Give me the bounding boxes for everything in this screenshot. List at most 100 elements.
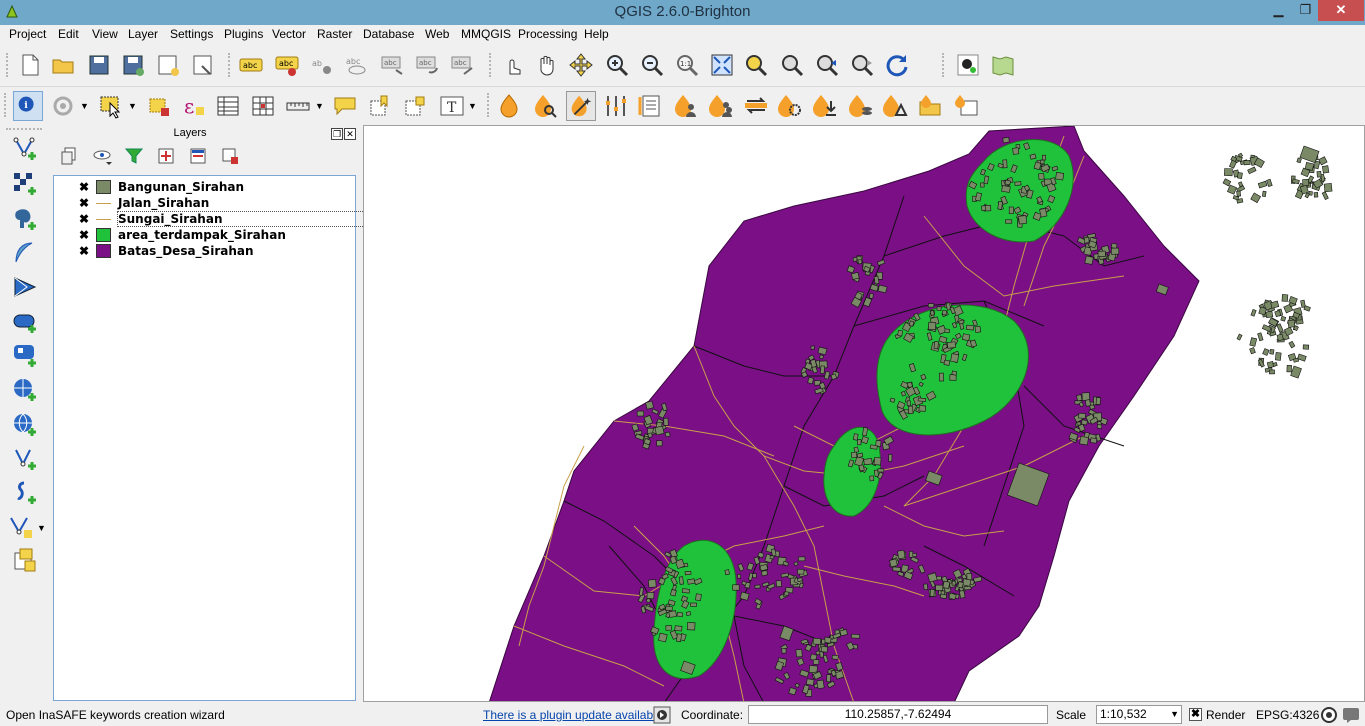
new-bookmark-icon[interactable] (367, 93, 393, 119)
change-label-icon[interactable]: abc (450, 52, 476, 78)
touch-zoom-icon[interactable] (500, 52, 526, 78)
menu-edit[interactable]: Edit (58, 27, 79, 41)
add-spatialite-layer-icon[interactable] (12, 240, 38, 266)
inasafe-wizard-icon[interactable] (566, 91, 596, 121)
toolbar-grip[interactable] (228, 53, 232, 77)
toolbar-grip[interactable] (487, 93, 491, 117)
zoom-to-layer-icon[interactable] (779, 52, 805, 78)
inasafe-keywords-icon[interactable] (532, 93, 558, 119)
inasafe-options-icon[interactable] (777, 93, 803, 119)
rotate-label-icon[interactable]: abc (415, 52, 441, 78)
menu-vector[interactable]: Vector (272, 27, 306, 41)
layer-visibility-checkbox[interactable]: ✖ (78, 229, 90, 241)
menu-layer[interactable]: Layer (128, 27, 158, 41)
visibility-eye-icon[interactable] (92, 146, 114, 166)
layer-name[interactable]: Batas_Desa_Sirahan (118, 244, 254, 258)
add-postgis-layer-icon[interactable] (12, 206, 38, 232)
crs-label[interactable]: EPSG:4326 (1256, 708, 1319, 722)
add-virtual-layer-icon[interactable] (8, 514, 34, 540)
chevron-down-icon[interactable]: ▼ (315, 101, 324, 111)
layer-visibility-checkbox[interactable]: ✖ (78, 213, 90, 225)
inasafe-population-icon[interactable] (672, 93, 698, 119)
layer-row[interactable]: ✖ Batas_Desa_Sirahan (54, 243, 355, 259)
pin-labels-icon[interactable]: ab (309, 52, 335, 78)
identify-icon[interactable]: i (13, 91, 43, 121)
zoom-out-icon[interactable] (639, 52, 665, 78)
layer-name[interactable]: Bangunan_Sirahan (118, 180, 244, 194)
layer-row[interactable]: ✖ Sungai_Sirahan (54, 211, 374, 227)
menu-view[interactable]: View (92, 27, 118, 41)
inasafe-converter-icon[interactable] (848, 93, 874, 119)
text-annotation-icon[interactable]: T (439, 93, 465, 119)
georeferencer-icon[interactable] (955, 52, 981, 78)
add-raster-layer-icon[interactable] (12, 171, 38, 197)
menu-mmqgis[interactable]: MMQGIS (461, 27, 511, 41)
toolbar-grip[interactable] (6, 53, 10, 77)
zoom-full-icon[interactable] (709, 52, 735, 78)
menu-project[interactable]: Project (9, 27, 46, 41)
chevron-down-icon[interactable]: ▼ (37, 523, 46, 533)
plugin-update-link[interactable]: There is a plugin update available (483, 708, 662, 722)
inasafe-extent-icon[interactable] (953, 93, 979, 119)
menu-settings[interactable]: Settings (170, 27, 213, 41)
show-bookmarks-icon[interactable] (402, 93, 428, 119)
layer-row[interactable]: ✖ Bangunan_Sirahan (54, 179, 355, 195)
save-as-icon[interactable] (120, 52, 146, 78)
add-layer-group-icon[interactable] (12, 547, 38, 573)
show-hide-labels-icon[interactable]: abc (343, 52, 369, 78)
new-shapefile-icon[interactable] (12, 480, 38, 506)
add-group-icon[interactable] (60, 146, 80, 166)
zoom-to-selection-icon[interactable] (743, 52, 769, 78)
menu-plugins[interactable]: Plugins (224, 27, 263, 41)
toolbar-grip[interactable] (489, 53, 493, 77)
chevron-down-icon[interactable]: ▼ (468, 101, 477, 111)
zoom-next-icon[interactable] (849, 52, 875, 78)
measure-icon[interactable] (285, 93, 311, 119)
chevron-down-icon[interactable]: ▼ (1170, 706, 1179, 723)
filter-icon[interactable] (124, 146, 144, 166)
pan-to-selection-icon[interactable] (568, 52, 594, 78)
label-abc-icon[interactable]: abc (238, 52, 264, 78)
add-mssql-layer-icon[interactable] (12, 274, 38, 300)
inasafe-minimum-needs-icon[interactable] (638, 93, 664, 119)
coordinate-field[interactable]: 110.25857,-7.62494 (748, 705, 1048, 724)
crs-status-icon[interactable] (1320, 706, 1338, 724)
save-project-icon[interactable] (86, 52, 112, 78)
menu-database[interactable]: Database (363, 27, 414, 41)
coordinate-toggle-icon[interactable] (653, 706, 671, 724)
inasafe-save-scenario-icon[interactable] (743, 93, 769, 119)
statistics-icon[interactable] (250, 93, 276, 119)
messages-icon[interactable] (1342, 706, 1360, 724)
layer-row[interactable]: ✖ Jalan_Sirahan (54, 195, 355, 211)
inasafe-impact-functions-icon[interactable] (603, 93, 629, 119)
maximize-button[interactable]: ❐ (1292, 0, 1319, 21)
menu-raster[interactable]: Raster (317, 27, 352, 41)
zoom-last-icon[interactable] (814, 52, 840, 78)
layer-visibility-checkbox[interactable]: ✖ (78, 245, 90, 257)
scale-combobox[interactable]: 1:10,532 ▼ (1096, 705, 1182, 724)
layer-name[interactable]: area_terdampak_Sirahan (118, 228, 286, 242)
layer-name[interactable]: Jalan_Sirahan (118, 196, 209, 210)
pan-icon[interactable] (534, 52, 560, 78)
add-oracle-layer-icon[interactable] (12, 309, 38, 335)
add-delimited-text-icon[interactable] (12, 446, 38, 472)
add-wms-layer-icon[interactable] (12, 343, 38, 369)
inasafe-batch-icon[interactable] (708, 93, 734, 119)
menu-processing[interactable]: Processing (518, 27, 577, 41)
inasafe-osm-download-icon[interactable] (812, 93, 838, 119)
zoom-in-icon[interactable] (604, 52, 630, 78)
remove-layer-icon[interactable] (220, 146, 240, 166)
menu-help[interactable]: Help (584, 27, 609, 41)
collapse-all-icon[interactable] (188, 146, 208, 166)
new-print-composer-icon[interactable] (155, 52, 181, 78)
layer-name[interactable]: Sungai_Sirahan (116, 211, 374, 227)
inasafe-dock-icon[interactable] (496, 93, 522, 119)
close-button[interactable]: ✕ (1318, 0, 1364, 21)
add-vector-layer-icon[interactable] (12, 136, 38, 162)
layer-labeling-icon[interactable]: abc (274, 52, 300, 78)
chevron-down-icon[interactable]: ▼ (128, 101, 137, 111)
chevron-down-icon[interactable]: ▼ (80, 101, 89, 111)
add-wcs-layer-icon[interactable] (12, 377, 38, 403)
new-project-icon[interactable] (17, 52, 43, 78)
refresh-icon[interactable] (884, 52, 910, 78)
